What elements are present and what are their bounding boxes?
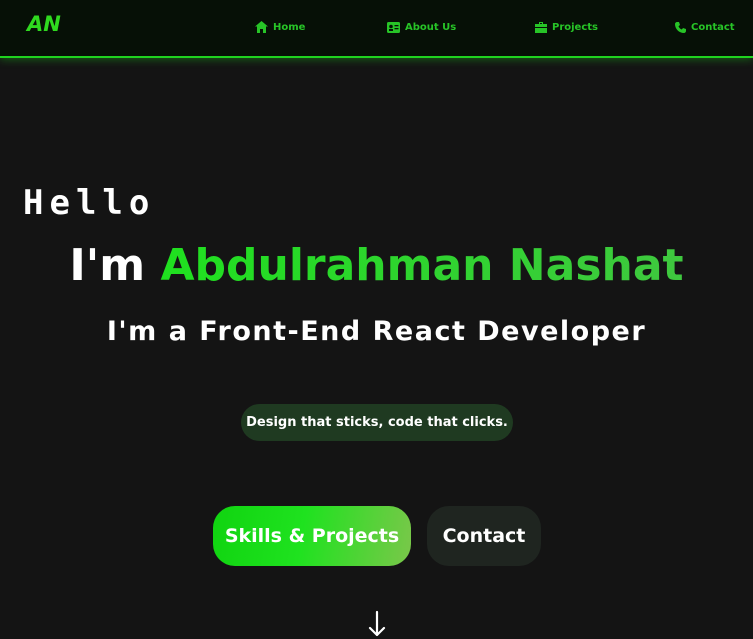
nav-item-contact[interactable]: Contact — [675, 19, 735, 35]
phone-icon — [675, 21, 686, 33]
nav-item-projects[interactable]: Projects — [535, 19, 598, 35]
nav-item-label: Contact — [691, 21, 735, 33]
nav-item-home[interactable]: Home — [255, 19, 305, 35]
navbar: AN Home About Us Projects Contact — [0, 0, 753, 58]
nav-item-label: About Us — [405, 21, 457, 33]
home-icon — [255, 21, 268, 33]
briefcase-icon — [535, 21, 547, 33]
contact-button[interactable]: Contact — [427, 506, 541, 566]
nav-item-label: Home — [273, 21, 306, 33]
headline-intro: I'm — [69, 240, 146, 291]
nav-item-label: Projects — [552, 21, 599, 33]
skills-projects-button[interactable]: Skills & Projects — [213, 506, 411, 566]
hero-subtitle: I'm a Front-End React Developer — [106, 316, 647, 347]
tagline-badge: Design that sticks, code that clicks. — [241, 404, 513, 441]
id-card-icon — [387, 21, 400, 33]
greeting: Hello — [23, 183, 156, 223]
arrow-down-icon[interactable] — [366, 610, 388, 638]
nav-item-about-us[interactable]: About Us — [387, 19, 456, 35]
headline-name: Abdulrahman Nashat — [160, 240, 684, 291]
hero-headline: I'm Abdulrahman Nashat — [0, 240, 753, 291]
logo[interactable]: AN — [27, 12, 61, 36]
